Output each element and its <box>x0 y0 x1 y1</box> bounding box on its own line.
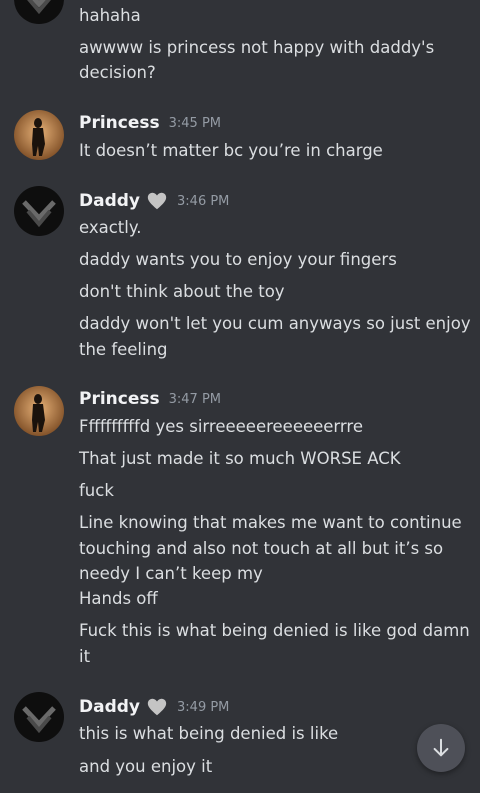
message-line: Ffffffffffd yes sirreeeeereeeeeerrre <box>79 417 363 436</box>
message-line: hahaha <box>79 6 141 25</box>
message-line: exactly. <box>79 218 142 237</box>
author-name[interactable]: Daddy <box>79 191 140 211</box>
message-header: Princess 3:47 PM <box>79 389 221 409</box>
message-line: the feeling <box>79 340 168 359</box>
avatar-princess[interactable] <box>14 386 64 436</box>
author-name[interactable]: Princess <box>79 113 160 133</box>
message-line: don't think about the toy <box>79 282 285 301</box>
message-line: and you enjoy it <box>79 757 213 776</box>
message-line: needy I can’t keep my <box>79 564 263 583</box>
avatar-daddy[interactable] <box>14 186 64 236</box>
message-line: this is what being denied is like <box>79 724 339 743</box>
message-line: It doesn’t matter bc you’re in charge <box>79 141 383 160</box>
message-line: daddy won't let you cum anyways so just … <box>79 314 471 333</box>
message-header: Daddy 3:46 PM <box>79 190 229 212</box>
author-name[interactable]: Princess <box>79 389 160 409</box>
arrow-down-icon <box>433 738 449 757</box>
scroll-to-bottom-button[interactable] <box>417 724 465 772</box>
message-header: Daddy 3:49 PM <box>79 696 229 718</box>
message-line: decision? <box>79 63 156 82</box>
grey-heart-icon <box>147 698 167 716</box>
message-line: awwww is princess not happy with daddy's <box>79 38 435 57</box>
message-line: Fuck this is what being denied is like g… <box>79 621 470 640</box>
timestamp: 3:46 PM <box>177 193 230 209</box>
avatar-daddy[interactable] <box>14 0 64 24</box>
grey-heart-icon <box>147 192 167 210</box>
message-line: fuck <box>79 481 114 500</box>
author-name[interactable]: Daddy <box>79 697 140 717</box>
message-line: That just made it so much WORSE ACK <box>79 449 401 468</box>
message-line: it <box>79 647 91 666</box>
timestamp: 3:45 PM <box>168 115 222 131</box>
avatar-daddy[interactable] <box>14 692 64 742</box>
avatar-princess[interactable] <box>14 110 64 160</box>
timestamp: 3:47 PM <box>168 391 222 407</box>
message-line: Hands off <box>79 589 158 608</box>
chat-messages: hahaha awwww is princess not happy with … <box>0 0 480 793</box>
message-line: Line knowing that makes me want to conti… <box>79 513 462 532</box>
timestamp: 3:49 PM <box>177 699 230 715</box>
message-line: touching and also not touch at all but i… <box>79 539 444 558</box>
message-header: Princess 3:45 PM <box>79 113 221 133</box>
message-line: daddy wants you to enjoy your fingers <box>79 250 397 269</box>
